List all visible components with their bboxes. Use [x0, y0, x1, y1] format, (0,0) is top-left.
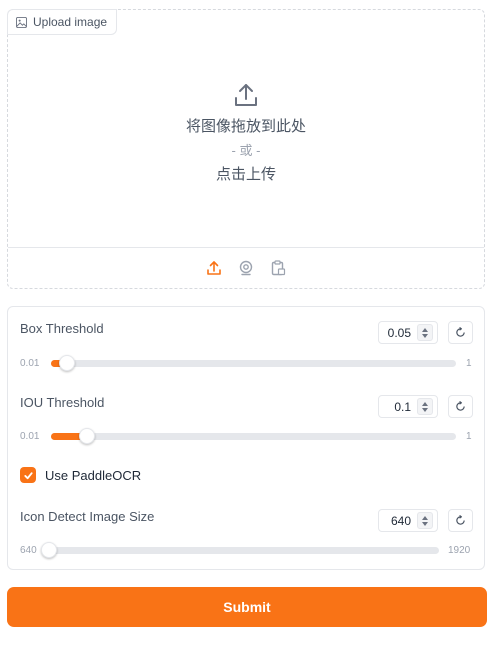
upload-arrow-icon: [235, 84, 257, 106]
click-to-upload-text: 点击上传: [215, 166, 276, 183]
box-threshold-label: Box Threshold: [20, 321, 104, 336]
iou-threshold-thumb[interactable]: [79, 428, 96, 444]
source-selector: [8, 247, 484, 288]
submit-button[interactable]: Submit: [7, 587, 487, 627]
upload-image-tab: Upload image: [7, 9, 118, 35]
icon-size-number-input[interactable]: 640: [378, 509, 438, 532]
box-threshold-max: 1: [466, 358, 472, 369]
use-paddleocr-checkbox[interactable]: [20, 467, 36, 483]
box-threshold-spinner[interactable]: [417, 324, 433, 341]
iou-threshold-reset-button[interactable]: [448, 395, 473, 418]
iou-threshold-min: 0.01: [20, 431, 40, 442]
drop-here-text: 将图像拖放到此处: [185, 118, 306, 135]
iou-threshold-max: 1: [466, 431, 472, 442]
clipboard-icon: [271, 260, 286, 276]
iou-threshold-slider[interactable]: [51, 428, 456, 444]
box-threshold-min: 0.01: [20, 358, 40, 369]
icon-size-reset-button[interactable]: [448, 509, 473, 532]
icon-size-max: 1920: [448, 545, 471, 556]
box-threshold-slider[interactable]: [51, 355, 456, 371]
box-threshold-value: 0.05: [387, 325, 411, 340]
iou-threshold-label: IOU Threshold: [20, 395, 105, 410]
upload-icon: [207, 261, 221, 275]
upload-prompt[interactable]: 将图像拖放到此处 - 或 - 点击上传: [8, 82, 484, 186]
box-threshold-number-input[interactable]: 0.05: [378, 321, 438, 344]
icon-size-value: 640: [390, 513, 411, 528]
box-threshold-reset-button[interactable]: [448, 321, 473, 344]
iou-threshold-number-input[interactable]: 0.1: [378, 395, 438, 418]
source-webcam-button[interactable]: [235, 257, 257, 279]
image-upload-dropzone[interactable]: Upload image 将图像拖放到此处 - 或 - 点击上传: [7, 9, 485, 289]
checkmark-icon: [23, 471, 33, 479]
icon-size-slider[interactable]: [41, 542, 439, 558]
icon-size-min: 640: [20, 545, 37, 556]
or-separator: - 或 -: [231, 143, 261, 158]
webcam-icon: [239, 260, 253, 276]
source-clipboard-button[interactable]: [267, 257, 289, 279]
icon-size-thumb[interactable]: [41, 542, 57, 558]
iou-threshold-value: 0.1: [394, 399, 411, 414]
use-paddleocr-label: Use PaddleOCR: [45, 467, 142, 483]
use-paddleocr-row[interactable]: Use PaddleOCR: [20, 467, 141, 483]
image-icon: [16, 16, 27, 28]
settings-panel: Box Threshold 0.05 0.01 1 IOU Threshold …: [7, 306, 485, 570]
icon-size-label: Icon Detect Image Size: [20, 509, 155, 524]
iou-threshold-spinner[interactable]: [417, 398, 433, 415]
reset-icon: [456, 515, 465, 525]
source-upload-button[interactable]: [203, 257, 225, 279]
box-threshold-thumb[interactable]: [59, 355, 76, 371]
icon-size-spinner[interactable]: [417, 512, 433, 529]
reset-icon: [456, 401, 465, 411]
upload-tab-label: Upload image: [33, 15, 108, 29]
reset-icon: [456, 327, 465, 337]
